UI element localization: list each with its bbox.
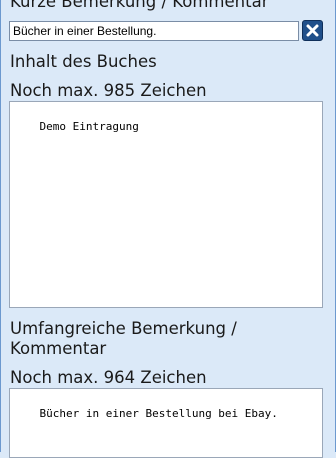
resize-grip-icon[interactable] [314,299,320,305]
book-content-char-counter: Noch max. 985 Zeichen [10,81,207,100]
book-content-heading: Inhalt des Buches [10,52,157,71]
short-comment-heading: Kurze Bemerkung / Kommentar [10,0,269,11]
long-comment-textarea[interactable]: Bücher in einer Bestellung bei Ebay. [9,388,323,458]
long-comment-heading-line1: Umfangreiche Bemerkung / [10,319,237,338]
clear-button[interactable] [302,20,323,41]
book-content-textarea[interactable]: Demo Eintragung [9,101,323,308]
book-content-text: Demo Eintragung [39,120,139,133]
long-comment-char-counter: Noch max. 964 Zeichen [10,368,207,387]
short-comment-input[interactable]: Bücher in einer Bestellung. [9,21,299,41]
close-icon [303,21,322,40]
form-panel: Kurze Bemerkung / Kommentar Bücher in ei… [0,0,336,458]
long-comment-text: Bücher in einer Bestellung bei Ebay. [39,407,278,420]
long-comment-heading-line2: Kommentar [10,339,107,358]
